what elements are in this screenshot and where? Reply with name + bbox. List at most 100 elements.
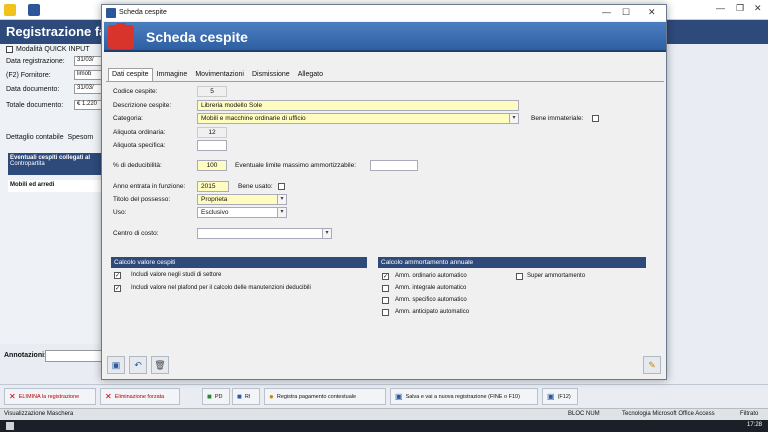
maximize-icon[interactable]: ❐ [736, 3, 744, 14]
tab-spesom[interactable]: Spesom [67, 134, 93, 141]
form-left-area: Modalità QUICK INPUT Data registrazione:… [0, 44, 104, 344]
bg-tabs: Dettaglio contabile Spesom [6, 134, 93, 141]
bene-usato-checkbox[interactable] [278, 183, 285, 190]
centro-costo-select[interactable]: ▾ [197, 228, 332, 239]
amm-anticipato-checkbox[interactable] [382, 309, 389, 316]
deducibilita-label: % di deducibilità: [113, 162, 162, 169]
minimize-icon[interactable]: — [602, 7, 611, 17]
tab-dismissione[interactable]: Dismissione [248, 68, 294, 81]
chevron-down-icon[interactable]: ▾ [322, 229, 331, 238]
save-icon: ▣ [395, 392, 403, 401]
dialog-header: Scheda cespite [104, 22, 666, 52]
amm-ordinario-checkbox[interactable]: ✓ [382, 273, 389, 280]
anno-input[interactable]: 2015 [197, 181, 229, 192]
descrizione-input[interactable]: Libreria modello Sole [197, 100, 519, 111]
fornitore-input[interactable]: limob [74, 70, 104, 80]
aliquota-ordinaria-label: Aliquota ordinaria: [113, 129, 166, 136]
contropartita-header: Contropartita [10, 161, 45, 167]
bene-usato-label: Bene usato: [238, 183, 273, 190]
taskbar-clock: 17:28 [746, 422, 762, 428]
pencil-icon: ✎ [648, 359, 656, 370]
amm-specifico-checkbox[interactable] [382, 297, 389, 304]
data-registrazione-input[interactable]: 31/03/ [74, 56, 104, 66]
table-row[interactable]: Mobili ed arredi [8, 180, 104, 192]
quick-input-row[interactable]: Modalità QUICK INPUT [6, 46, 90, 53]
aliquota-specifica-input[interactable] [197, 140, 227, 151]
button-label: (F12) [557, 393, 571, 400]
close-icon[interactable]: ✕ [754, 3, 762, 14]
bene-immateriale-checkbox[interactable] [592, 115, 599, 122]
titolo-select[interactable]: Proprieta ▾ [197, 194, 287, 205]
status-filter: Filtrato [740, 411, 759, 417]
dialog-window-title: Scheda cespite [119, 9, 167, 16]
uso-select[interactable]: Esclusivo ▾ [197, 207, 287, 218]
field-label: Data documento: [6, 86, 60, 93]
ri-button[interactable]: ■ RI [232, 388, 260, 405]
quick-input-checkbox[interactable] [6, 46, 13, 53]
undo-icon: ↶ [134, 359, 142, 370]
tab-immagine[interactable]: Immagine [153, 68, 192, 81]
database-icon [28, 4, 40, 16]
tab-movimentazioni[interactable]: Movimentazioni [191, 68, 248, 81]
titolo-label: Titolo del possesso: [113, 196, 171, 203]
plafond-checkbox[interactable]: ✓ [114, 285, 121, 292]
super-ammortamento-label: Super ammortamento [527, 273, 586, 279]
totale-documento-input[interactable]: € 1.220 [74, 100, 104, 110]
x-icon: ✕ [9, 392, 16, 401]
save-new-button[interactable]: ▣ Salva e vai a nuova registrazione (FINE… [390, 388, 538, 405]
amm-integrale-checkbox[interactable] [382, 285, 389, 292]
access-app-icon [4, 4, 16, 16]
delete-registration-button[interactable]: ✕ ELIMINA la registrazione [4, 388, 96, 405]
force-delete-button[interactable]: ✕ Eliminazione forzata [100, 388, 180, 405]
button-label: ELIMINA la registrazione [18, 393, 80, 400]
chevron-down-icon[interactable]: ▾ [277, 208, 286, 217]
field-label: (F2) Fornitore: [6, 72, 51, 79]
deducibilita-input[interactable]: 100 [197, 160, 227, 171]
undo-button[interactable]: ↶ [129, 356, 147, 374]
dialog-title-bar: Scheda cespite — ☐ ✕ [102, 5, 666, 21]
close-icon[interactable]: ✕ [648, 7, 656, 18]
tab-dettaglio-contabile[interactable]: Dettaglio contabile [6, 134, 64, 141]
titolo-value: Proprieta [201, 196, 228, 203]
button-label: Eliminazione forzata [114, 393, 165, 400]
chevron-down-icon[interactable]: ▾ [509, 114, 518, 123]
chevron-down-icon[interactable]: ▾ [277, 195, 286, 204]
delete-button[interactable]: 🗑 [151, 356, 169, 374]
codice-cespite-field: 5 [197, 86, 227, 97]
categoria-select[interactable]: Mobili e macchine ordinarie di ufficio ▾ [197, 113, 519, 124]
pd-icon: ■ [207, 392, 212, 401]
codice-cespite-label: Codice cespite: [113, 88, 158, 95]
bottom-button-bar: ✕ ELIMINA la registrazione ✕ Eliminazione … [0, 384, 768, 408]
data-documento-input[interactable]: 31/03/ [74, 84, 104, 94]
tab-allegato[interactable]: Allegato [294, 68, 327, 81]
windows-start-icon[interactable] [6, 422, 14, 430]
edit-button[interactable]: ✎ [643, 356, 661, 374]
f12-button[interactable]: ▣ (F12) [542, 388, 578, 405]
annotazioni-input[interactable] [45, 350, 103, 362]
studi-settore-label: Includi valore negli studi di settore [131, 272, 222, 278]
status-num-lock: BLOC NUM [568, 411, 600, 417]
save-icon: ▣ [547, 392, 555, 401]
tab-dati-cespite[interactable]: Dati cespite [108, 68, 153, 81]
minimize-icon[interactable]: — [716, 3, 725, 13]
scheda-cespite-dialog: Scheda cespite — ☐ ✕ Scheda cespite Dati… [101, 4, 667, 380]
dialog-tabs: Dati cespite Immagine Movimentazioni Dis… [108, 68, 327, 82]
limite-input[interactable] [370, 160, 418, 171]
status-bar: Visualizzazione Maschera BLOC NUM Tecnol… [0, 408, 768, 420]
register-payment-button[interactable]: ● Registra pagamento contestuale [264, 388, 386, 405]
calcolo-valore-header: Calcolo valore cespiti [111, 257, 367, 268]
anno-label: Anno entrata in funzione: [113, 183, 186, 190]
super-ammortamento-checkbox[interactable] [516, 273, 523, 280]
cespiti-panel-header: Eventuali cespiti collegati al Contropar… [8, 153, 104, 175]
bene-immateriale-label: Bene immateriale: [531, 115, 584, 122]
annotazioni-label: Annotazioni: [4, 352, 47, 359]
pd-button[interactable]: ■ PD [202, 388, 230, 405]
studi-settore-checkbox[interactable]: ✓ [114, 272, 121, 279]
x-icon: ✕ [105, 392, 112, 401]
save-button[interactable]: ▣ [107, 356, 125, 374]
amm-integrale-label: Amm. integrale automatico [395, 285, 467, 291]
ri-icon: ■ [237, 392, 242, 401]
maximize-icon[interactable]: ☐ [622, 7, 630, 18]
amm-specifico-label: Amm. specifico automatico [395, 297, 467, 303]
database-icon [106, 8, 116, 18]
